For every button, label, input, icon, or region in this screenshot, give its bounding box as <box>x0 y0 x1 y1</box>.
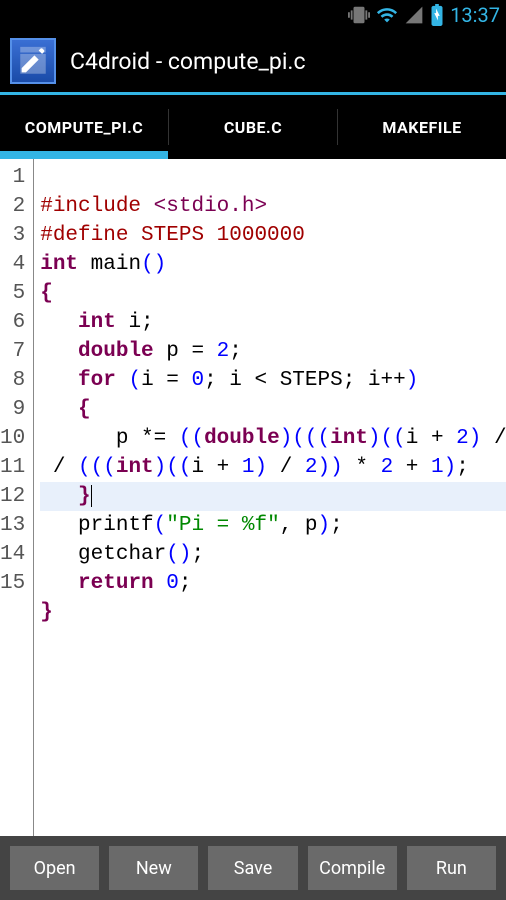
status-time: 13:37 <box>450 3 500 27</box>
vibrate-icon <box>348 4 370 26</box>
code-line <box>40 163 506 192</box>
open-button[interactable]: Open <box>10 846 99 890</box>
tab-makefile[interactable]: MAKEFILE <box>338 95 506 159</box>
signal-icon <box>404 5 424 25</box>
code-line: for (i = 0; i < STEPS; i++) <box>40 366 506 395</box>
save-button[interactable]: Save <box>208 846 297 890</box>
new-button[interactable]: New <box>109 846 198 890</box>
code-line: double p = 2; <box>40 337 506 366</box>
status-bar: 13:37 <box>0 0 506 30</box>
compile-button[interactable]: Compile <box>308 846 397 890</box>
app-title: C4droid - compute_pi.c <box>70 48 306 75</box>
code-line: int main() <box>40 250 506 279</box>
code-line: printf("Pi = %f", p); <box>40 511 506 540</box>
code-line: { <box>40 279 506 308</box>
code-editor[interactable]: 1 2 3 4 5 6 7 8 9 10 11 12 13 14 15 #inc… <box>0 159 506 839</box>
code-line: #define STEPS 1000000 <box>40 221 506 250</box>
code-area[interactable]: #include <stdio.h>#define STEPS 1000000i… <box>34 159 506 839</box>
code-line: { <box>40 395 506 424</box>
bottom-toolbar: Open New Save Compile Run <box>0 836 506 900</box>
tab-bar: COMPUTE_PI.C CUBE.C MAKEFILE <box>0 95 506 159</box>
code-line: p *= ((double)(((int)((i + 2) / 2)) * 2)… <box>40 424 506 453</box>
line-number-gutter: 1 2 3 4 5 6 7 8 9 10 11 12 13 14 15 <box>0 159 34 839</box>
tab-cube[interactable]: CUBE.C <box>169 95 337 159</box>
app-icon <box>10 38 56 84</box>
code-line: } <box>40 598 506 627</box>
code-line: return 0; <box>40 569 506 598</box>
code-line: / (((int)((i + 1) / 2)) * 2 + 1); <box>40 453 506 482</box>
run-button[interactable]: Run <box>407 846 496 890</box>
code-line: int i; <box>40 308 506 337</box>
code-line: #include <stdio.h> <box>40 192 506 221</box>
code-line: getchar(); <box>40 540 506 569</box>
title-bar: C4droid - compute_pi.c <box>0 30 506 92</box>
battery-icon <box>430 4 444 26</box>
code-line: } <box>40 482 506 511</box>
tab-compute-pi[interactable]: COMPUTE_PI.C <box>0 95 168 159</box>
wifi-icon <box>376 4 398 26</box>
